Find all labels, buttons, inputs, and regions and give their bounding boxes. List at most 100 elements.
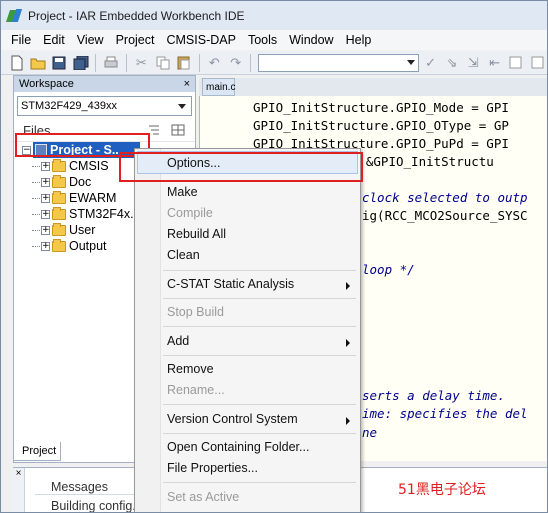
bookmark-icon[interactable]: ⇤ bbox=[485, 53, 504, 73]
editor-tab-strip: main.c bbox=[199, 78, 547, 96]
menu-item-rename[interactable]: Rename... bbox=[167, 383, 225, 397]
code-comment: loop */ bbox=[362, 262, 415, 277]
menu-item-file-properties[interactable]: File Properties... bbox=[167, 461, 258, 475]
close-icon[interactable]: × bbox=[184, 78, 190, 90]
toolbar-separator bbox=[250, 53, 252, 72]
menu-tools[interactable]: Tools bbox=[242, 33, 283, 47]
workspace-header: Workspace × bbox=[14, 76, 195, 92]
menu-item-c-stat[interactable]: C-STAT Static Analysis bbox=[167, 277, 294, 291]
menu-separator bbox=[163, 355, 356, 356]
expand-icon[interactable]: + bbox=[41, 209, 50, 219]
folder-icon bbox=[52, 158, 66, 172]
submenu-arrow-icon bbox=[346, 282, 350, 290]
find-prev-icon[interactable]: ⇘ bbox=[442, 53, 461, 73]
folder-label: EWARM bbox=[69, 191, 117, 205]
menu-item-version-control[interactable]: Version Control System bbox=[167, 412, 298, 426]
divider bbox=[35, 494, 145, 495]
menu-separator bbox=[163, 482, 356, 483]
menu-separator bbox=[163, 298, 356, 299]
cut-icon[interactable]: ✂ bbox=[132, 53, 151, 73]
tab-main-c[interactable]: main.c bbox=[202, 78, 235, 96]
code-comment: ne bbox=[362, 425, 378, 440]
expand-icon[interactable]: + bbox=[41, 161, 50, 171]
iar-app-icon bbox=[6, 8, 23, 24]
code-line: ig(RCC_MCO2Source_SYSC bbox=[362, 208, 528, 223]
menu-item-clean[interactable]: Clean bbox=[167, 248, 200, 262]
folder-icon bbox=[52, 190, 66, 204]
menu-cmsis-dap[interactable]: CMSIS-DAP bbox=[160, 33, 241, 47]
messages-column-header: Messages bbox=[51, 480, 108, 494]
folder-icon bbox=[52, 174, 66, 188]
files-header-icons bbox=[147, 124, 185, 136]
code-comment: ime: specifies the del bbox=[362, 406, 528, 421]
menu-item-compile[interactable]: Compile bbox=[167, 206, 213, 220]
print-icon[interactable] bbox=[101, 53, 120, 73]
folder-label: Doc bbox=[69, 175, 92, 189]
tab-project[interactable]: Project bbox=[13, 442, 61, 461]
menu-project[interactable]: Project bbox=[110, 33, 161, 47]
toolbar-separator bbox=[125, 53, 127, 72]
find-next-icon[interactable]: ✓ bbox=[421, 53, 440, 73]
toolbar: ✂ ↶ ↷ ✓ ⇘ ⇲ ⇤ bbox=[1, 51, 547, 75]
expand-icon[interactable]: + bbox=[41, 193, 50, 203]
save-all-icon[interactable] bbox=[71, 53, 90, 73]
menu-item-make[interactable]: Make bbox=[167, 185, 198, 199]
expand-icon[interactable]: + bbox=[41, 177, 50, 187]
configuration-select[interactable]: STM32F429_439xx bbox=[17, 96, 192, 116]
copy-icon[interactable] bbox=[153, 53, 172, 73]
expand-icon[interactable]: + bbox=[41, 225, 50, 235]
folder-label: Output bbox=[69, 239, 107, 253]
expand-icon[interactable]: + bbox=[41, 241, 50, 251]
folder-icon bbox=[52, 222, 66, 236]
menu-separator bbox=[163, 404, 356, 405]
menu-view[interactable]: View bbox=[71, 33, 110, 47]
toggle-breakpoint-icon[interactable] bbox=[506, 53, 525, 73]
folder-label: CMSIS bbox=[69, 159, 109, 173]
menu-icon-column bbox=[135, 149, 161, 512]
menu-item-stop-build[interactable]: Stop Build bbox=[167, 305, 224, 319]
menu-separator bbox=[163, 433, 356, 434]
menu-file[interactable]: File bbox=[5, 33, 37, 47]
paste-icon[interactable] bbox=[174, 53, 193, 73]
message-row[interactable]: Building config... bbox=[51, 499, 143, 512]
menu-item-open-containing-folder[interactable]: Open Containing Folder... bbox=[167, 440, 309, 454]
workspace-title: Workspace bbox=[19, 78, 74, 90]
folder-icon bbox=[52, 206, 66, 220]
submenu-arrow-icon bbox=[346, 339, 350, 347]
annotation-highlight-options bbox=[119, 152, 363, 182]
menu-window[interactable]: Window bbox=[283, 33, 339, 47]
menu-item-rebuild-all[interactable]: Rebuild All bbox=[167, 227, 226, 241]
ide-window: Project - IAR Embedded Workbench IDE Fil… bbox=[0, 0, 548, 513]
redo-icon[interactable]: ↷ bbox=[226, 53, 245, 73]
toolbar-separator bbox=[95, 53, 97, 72]
menu-help[interactable]: Help bbox=[340, 33, 378, 47]
chevron-down-icon[interactable] bbox=[406, 59, 415, 65]
menu-edit[interactable]: Edit bbox=[37, 33, 71, 47]
context-menu: Options... Make Compile Rebuild All Clea… bbox=[134, 148, 361, 512]
menu-bar: File Edit View Project CMSIS-DAP Tools W… bbox=[1, 30, 547, 50]
menu-item-remove[interactable]: Remove bbox=[167, 362, 214, 376]
code-comment: clock selected to outp bbox=[362, 190, 528, 205]
menu-item-add[interactable]: Add bbox=[167, 334, 189, 348]
new-file-icon[interactable] bbox=[7, 53, 26, 73]
menu-separator bbox=[163, 270, 356, 271]
menu-item-set-as-active[interactable]: Set as Active bbox=[167, 490, 239, 504]
menu-separator bbox=[163, 326, 356, 327]
grid-options-icon[interactable] bbox=[171, 124, 185, 136]
messages-close-icon[interactable]: × bbox=[13, 468, 25, 512]
save-icon[interactable] bbox=[50, 53, 69, 73]
open-folder-icon[interactable] bbox=[28, 53, 47, 73]
folder-icon bbox=[52, 238, 66, 252]
undo-icon[interactable]: ↶ bbox=[205, 53, 224, 73]
go-to-icon[interactable] bbox=[528, 53, 547, 73]
find-combo[interactable] bbox=[258, 53, 419, 72]
code-line: GPIO_InitStructure.GPIO_OType = GP bbox=[253, 118, 509, 133]
submenu-arrow-icon bbox=[346, 417, 350, 425]
code-comment: serts a delay time. bbox=[362, 388, 505, 403]
find-in-files-icon[interactable]: ⇲ bbox=[464, 53, 483, 73]
window-title: Project - IAR Embedded Workbench IDE bbox=[28, 8, 245, 23]
toolbar-separator bbox=[198, 53, 200, 72]
chevron-down-icon[interactable] bbox=[178, 104, 186, 109]
folder-label: User bbox=[69, 223, 96, 237]
configuration-value: STM32F429_439xx bbox=[21, 100, 117, 112]
